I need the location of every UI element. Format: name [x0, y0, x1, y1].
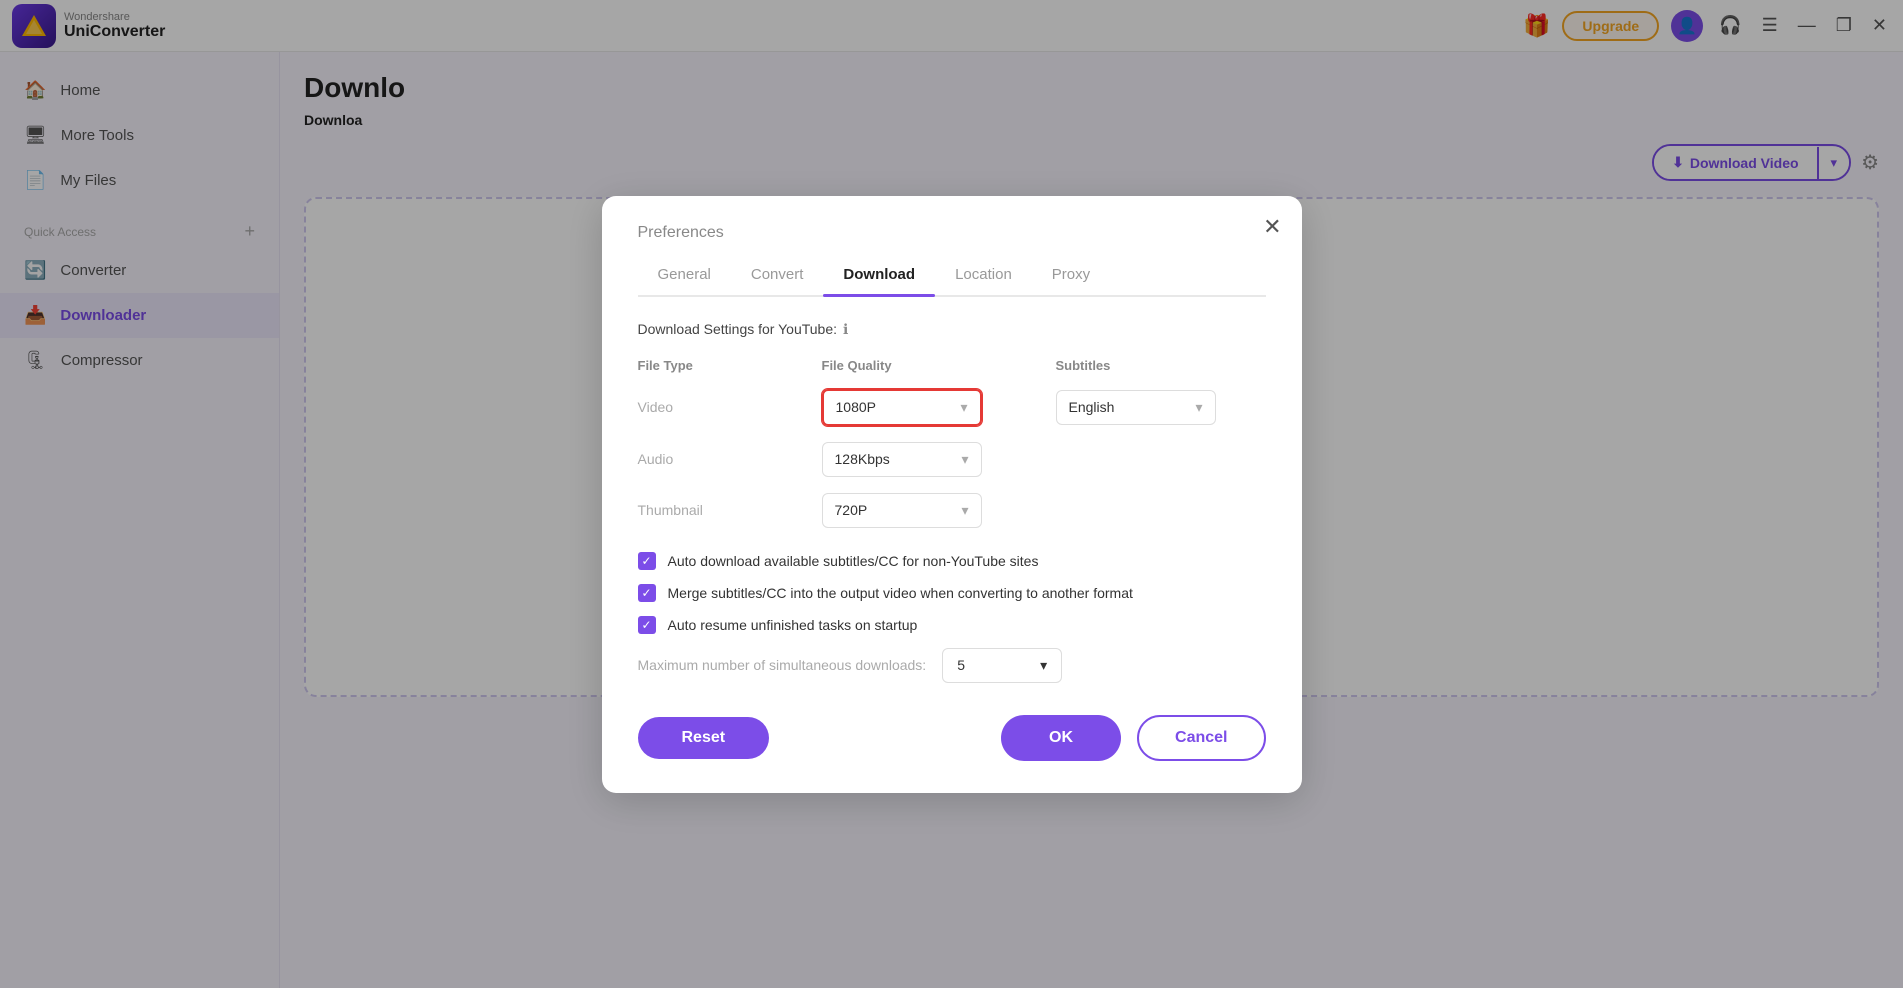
preferences-modal: Preferences ✕ General Convert Download L… — [602, 196, 1302, 793]
tab-convert[interactable]: Convert — [731, 258, 824, 295]
video-quality-arrow: ▾ — [960, 399, 967, 416]
file-type-audio: Audio — [638, 451, 798, 467]
cancel-button[interactable]: Cancel — [1137, 715, 1265, 761]
modal-footer: Reset OK Cancel — [638, 715, 1266, 761]
checkbox-merge-subtitles[interactable]: ✓ — [638, 584, 656, 602]
info-icon: ℹ — [843, 321, 848, 338]
col-file-type: File Type — [638, 358, 798, 373]
modal-title: Preferences — [638, 224, 1266, 242]
tab-download[interactable]: Download — [823, 258, 935, 295]
checkbox-auto-subtitles-row: ✓ Auto download available subtitles/CC f… — [638, 552, 1266, 570]
ok-button[interactable]: OK — [1001, 715, 1121, 761]
modal-close-button[interactable]: ✕ — [1263, 214, 1281, 240]
simultaneous-label: Maximum number of simultaneous downloads… — [638, 657, 927, 673]
audio-quality-arrow: ▾ — [961, 451, 968, 468]
col-file-quality: File Quality — [822, 358, 1032, 373]
checkbox-auto-subtitles[interactable]: ✓ — [638, 552, 656, 570]
thumbnail-quality-select[interactable]: 720P ▾ — [822, 493, 982, 528]
simultaneous-row: Maximum number of simultaneous downloads… — [638, 648, 1266, 683]
file-type-video: Video — [638, 399, 798, 415]
checkbox-auto-resume[interactable]: ✓ — [638, 616, 656, 634]
audio-quality-select[interactable]: 128Kbps ▾ — [822, 442, 982, 477]
tab-proxy[interactable]: Proxy — [1032, 258, 1110, 295]
checkboxes-section: ✓ Auto download available subtitles/CC f… — [638, 552, 1266, 634]
tab-location[interactable]: Location — [935, 258, 1032, 295]
col-subtitles: Subtitles — [1056, 358, 1266, 373]
modal-tabs: General Convert Download Location Proxy — [638, 258, 1266, 297]
checkbox-auto-resume-row: ✓ Auto resume unfinished tasks on startu… — [638, 616, 1266, 634]
simultaneous-select[interactable]: 5 ▾ — [942, 648, 1062, 683]
video-quality-select[interactable]: 1080P ▾ — [822, 389, 982, 426]
thumbnail-quality-arrow: ▾ — [961, 502, 968, 519]
checkbox-merge-subtitles-row: ✓ Merge subtitles/CC into the output vid… — [638, 584, 1266, 602]
video-subtitles-arrow: ▾ — [1195, 399, 1202, 416]
reset-button[interactable]: Reset — [638, 717, 770, 759]
sim-select-arrow: ▾ — [1040, 657, 1047, 674]
video-subtitles-select[interactable]: English ▾ — [1056, 390, 1216, 425]
settings-grid: File Type File Quality Subtitles Video 1… — [638, 358, 1266, 528]
modal-overlay[interactable]: Preferences ✕ General Convert Download L… — [0, 0, 1903, 988]
file-type-thumbnail: Thumbnail — [638, 502, 798, 518]
section-label: Download Settings for YouTube: ℹ — [638, 321, 1266, 338]
tab-general[interactable]: General — [638, 258, 731, 295]
